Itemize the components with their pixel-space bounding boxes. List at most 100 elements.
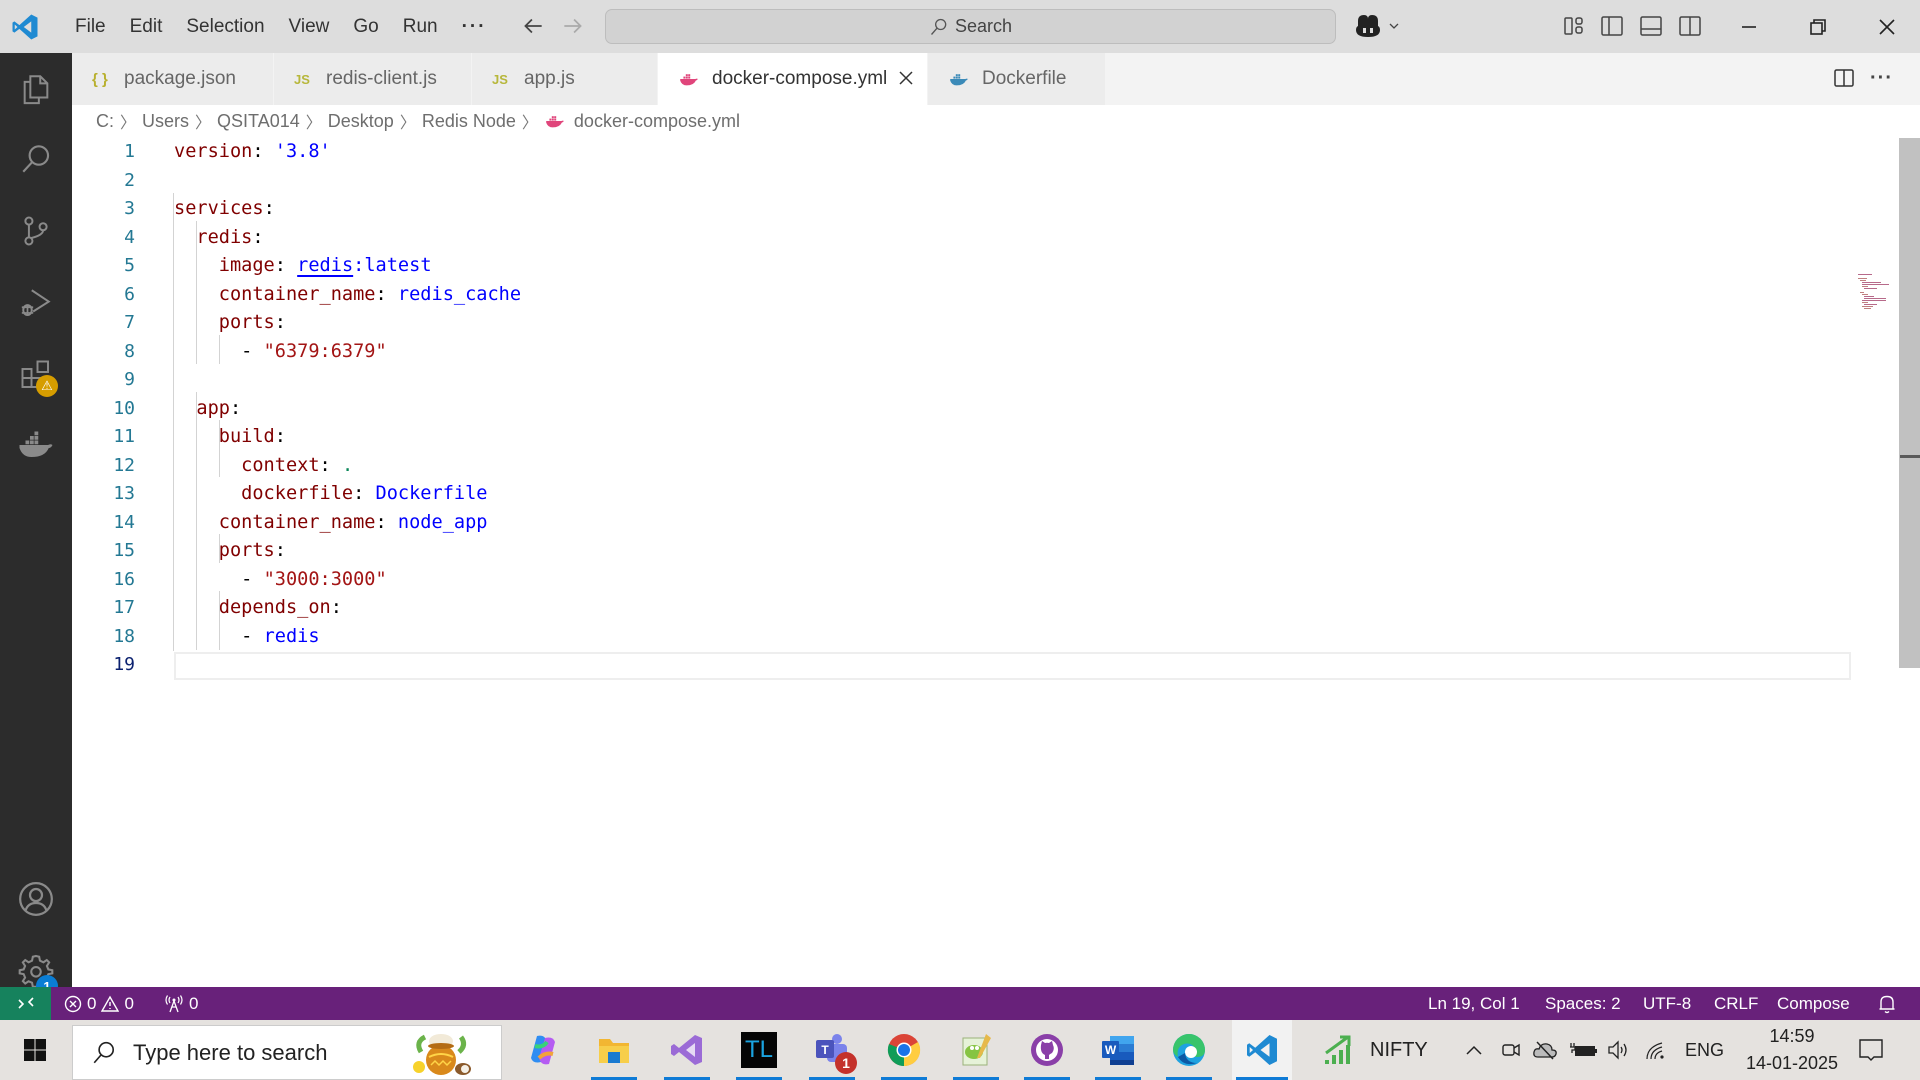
menu-go[interactable]: Go bbox=[341, 0, 390, 53]
volume-control[interactable] bbox=[1606, 1020, 1632, 1080]
eol-setting[interactable]: CRLF bbox=[1714, 987, 1758, 1020]
close-window-button[interactable] bbox=[1852, 0, 1920, 53]
menu-file[interactable]: File bbox=[63, 0, 118, 53]
js-icon: JS bbox=[492, 71, 508, 87]
camera-status[interactable] bbox=[1500, 1020, 1522, 1080]
ports-button[interactable]: 0 bbox=[164, 987, 198, 1020]
tab-app-js[interactable]: JS app.js bbox=[472, 53, 658, 105]
activity-accounts[interactable] bbox=[0, 869, 72, 929]
taskbar-file-explorer[interactable] bbox=[585, 1020, 643, 1080]
current-line-highlight bbox=[174, 652, 1851, 680]
code-line[interactable]: - "6379:6379" bbox=[174, 338, 387, 367]
toggle-panel-icon[interactable] bbox=[1639, 14, 1663, 38]
taskbar-search-box[interactable]: Type here to search bbox=[72, 1025, 502, 1080]
tab-package-json[interactable]: { } package.json bbox=[72, 53, 274, 105]
battery-status[interactable] bbox=[1570, 1020, 1598, 1080]
code-line[interactable]: build: bbox=[174, 423, 286, 452]
line-number: 11 bbox=[113, 426, 135, 447]
visual-studio-icon bbox=[671, 1035, 702, 1065]
customize-layout-icon[interactable] bbox=[1562, 14, 1586, 38]
code-line[interactable]: ports: bbox=[174, 309, 286, 338]
taskbar-edge[interactable] bbox=[1160, 1020, 1218, 1080]
activity-extensions[interactable]: ⚠ bbox=[0, 345, 72, 405]
code-line[interactable]: container_name: node_app bbox=[174, 509, 488, 538]
start-button[interactable] bbox=[6, 1020, 64, 1080]
clock[interactable]: 14:59 14-01-2025 bbox=[1742, 1020, 1842, 1080]
activity-docker[interactable] bbox=[0, 415, 72, 475]
tab-docker-compose-yml[interactable]: docker-compose.yml bbox=[658, 53, 928, 105]
menu-edit[interactable]: Edit bbox=[118, 0, 175, 53]
notification-center-button[interactable] bbox=[1858, 1020, 1884, 1080]
split-editor-icon[interactable] bbox=[1833, 67, 1855, 89]
taskbar-teams[interactable]: T 1 bbox=[803, 1020, 861, 1080]
breadcrumb-item[interactable]: docker-compose.yml bbox=[574, 111, 740, 132]
taskbar-notepad-plus-plus[interactable] bbox=[947, 1020, 1005, 1080]
breadcrumb-item[interactable]: Desktop bbox=[328, 111, 394, 132]
warning-count: 0 bbox=[124, 993, 134, 1013]
taskbar-copilot[interactable] bbox=[514, 1020, 572, 1080]
code-line[interactable]: ports: bbox=[174, 537, 286, 566]
taskbar-chrome[interactable] bbox=[875, 1020, 933, 1080]
toggle-primary-sidebar-icon[interactable] bbox=[1600, 14, 1624, 38]
close-tab-icon[interactable] bbox=[895, 67, 917, 89]
code-line[interactable]: - "3000:3000" bbox=[174, 566, 387, 595]
copilot-icon[interactable] bbox=[1352, 13, 1404, 39]
menu-more[interactable]: ··· bbox=[450, 0, 499, 53]
breadcrumb-item[interactable]: C: bbox=[96, 111, 114, 132]
tab-dockerfile[interactable]: Dockerfile bbox=[928, 53, 1106, 105]
network-status[interactable] bbox=[1644, 1020, 1668, 1080]
language-mode[interactable]: Compose bbox=[1777, 987, 1850, 1020]
more-actions-button[interactable]: ··· bbox=[1870, 67, 1893, 90]
tab-redis-client-js[interactable]: JS redis-client.js bbox=[274, 53, 472, 105]
code-line[interactable]: app: bbox=[174, 395, 241, 424]
indent-guide bbox=[196, 221, 197, 364]
activity-run-debug[interactable] bbox=[0, 273, 72, 333]
cursor-position[interactable]: Ln 19, Col 1 bbox=[1428, 987, 1520, 1020]
taskbar-tl-app[interactable]: TL bbox=[730, 1020, 788, 1080]
forward-arrow-icon[interactable] bbox=[560, 13, 586, 39]
run-debug-icon bbox=[21, 289, 51, 317]
minimap-line bbox=[1864, 308, 1871, 309]
indent-guide bbox=[219, 420, 220, 477]
error-icon bbox=[64, 995, 82, 1012]
remote-indicator-button[interactable] bbox=[0, 987, 51, 1020]
code-line[interactable]: services: bbox=[174, 195, 275, 224]
code-line[interactable]: version: '3.8' bbox=[174, 138, 331, 167]
menu-view[interactable]: View bbox=[277, 0, 342, 53]
vertical-scrollbar[interactable] bbox=[1899, 138, 1920, 668]
back-arrow-icon[interactable] bbox=[520, 13, 546, 39]
breadcrumb-item[interactable]: Users bbox=[142, 111, 189, 132]
taskbar-visual-studio[interactable] bbox=[658, 1020, 716, 1080]
code-line[interactable]: context: . bbox=[174, 452, 353, 481]
taskbar-github-desktop[interactable] bbox=[1018, 1020, 1076, 1080]
onedrive-status[interactable] bbox=[1532, 1020, 1558, 1080]
toggle-secondary-sidebar-icon[interactable] bbox=[1678, 14, 1702, 38]
menu-bar: File Edit Selection View Go Run ··· bbox=[63, 0, 499, 53]
restore-button[interactable] bbox=[1783, 0, 1853, 53]
code-line[interactable]: dockerfile: Dockerfile bbox=[174, 480, 487, 509]
menu-run[interactable]: Run bbox=[391, 0, 450, 53]
code-line[interactable]: depends_on: bbox=[174, 594, 342, 623]
activity-search[interactable] bbox=[0, 129, 72, 189]
minimize-button[interactable] bbox=[1714, 0, 1784, 53]
command-center-search[interactable]: Search bbox=[605, 9, 1336, 44]
code-line[interactable]: redis: bbox=[174, 224, 263, 253]
menu-selection[interactable]: Selection bbox=[174, 0, 276, 53]
notifications-button[interactable] bbox=[1878, 987, 1896, 1020]
code-line[interactable]: container_name: redis_cache bbox=[174, 281, 521, 310]
problems-button[interactable]: 0 0 bbox=[64, 987, 134, 1020]
breadcrumb-item[interactable]: Redis Node bbox=[422, 111, 516, 132]
code-line[interactable]: image: redis:latest bbox=[174, 252, 432, 281]
minimap[interactable] bbox=[1858, 274, 1898, 314]
taskbar-vscode[interactable] bbox=[1232, 1020, 1292, 1080]
breadcrumb-item[interactable]: QSITA014 bbox=[217, 111, 300, 132]
taskbar-word[interactable]: W bbox=[1089, 1020, 1147, 1080]
indentation-setting[interactable]: Spaces: 2 bbox=[1545, 987, 1621, 1020]
nifty-widget[interactable]: NIFTY bbox=[1322, 1020, 1428, 1080]
show-hidden-icons-button[interactable] bbox=[1464, 1020, 1484, 1080]
input-language[interactable]: ENG bbox=[1685, 1020, 1724, 1080]
encoding-setting[interactable]: UTF-8 bbox=[1643, 987, 1691, 1020]
activity-source-control[interactable] bbox=[0, 201, 72, 261]
code-editor[interactable]: 1 2 3 4 5 6 7 8 9 10 11 12 13 14 15 16 17 18 19 version: '… bbox=[72, 136, 1920, 987]
activity-explorer[interactable] bbox=[0, 59, 72, 119]
